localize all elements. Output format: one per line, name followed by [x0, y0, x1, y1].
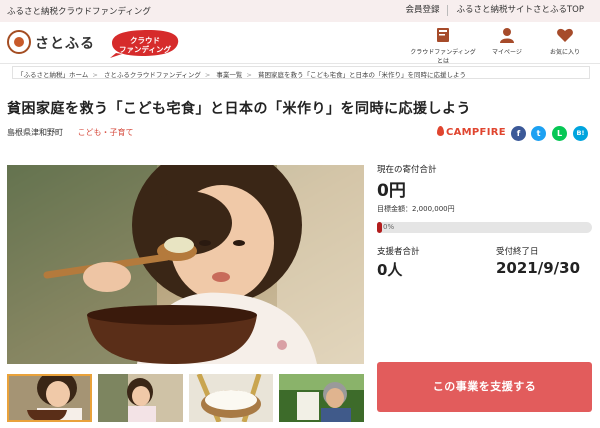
end-date-label: 受付終了日	[496, 247, 539, 257]
heart-icon	[557, 28, 573, 42]
line-share-icon[interactable]: L	[552, 126, 567, 141]
thumbnail-photo	[188, 374, 274, 422]
facebook-share-icon[interactable]: f	[511, 126, 526, 141]
hero-photo	[7, 165, 364, 364]
current-total-value: 0円	[377, 181, 406, 201]
crowdfunding-badge[interactable]: クラウド ファンディング	[108, 27, 182, 59]
thumbnail-2[interactable]	[97, 374, 183, 422]
thumbnail-photo	[279, 374, 364, 422]
satofull-top-link[interactable]: ふるさと納税サイトさとふるTOP	[447, 5, 592, 16]
book-icon	[437, 28, 449, 42]
support-project-button[interactable]: この事業を支援する	[377, 362, 592, 412]
hatena-bookmark-icon[interactable]: B!	[573, 126, 588, 141]
project-meta: 島根県津和野町 こども・子育て	[7, 127, 134, 138]
site-tagline: ふるさと納税クラウドファンディング	[7, 7, 151, 17]
logo-text[interactable]: さとふる	[35, 33, 95, 53]
progress-fill	[377, 222, 383, 233]
breadcrumb-current: 貧困家庭を救う「こども宅食」と日本の「米作り」を同時に応援しよう	[257, 71, 466, 79]
breadcrumb-separator: >	[92, 71, 98, 79]
thumbnail-1[interactable]	[7, 374, 92, 422]
twitter-share-icon[interactable]: t	[531, 126, 546, 141]
project-category[interactable]: こども・子育て	[78, 128, 134, 137]
nav-label: お気に入り	[549, 49, 580, 56]
breadcrumb-separator: >	[246, 71, 252, 79]
satofull-logo-icon[interactable]	[7, 30, 31, 54]
image-thumbnails	[7, 374, 364, 422]
end-date-value: 2021/9/30	[496, 259, 581, 277]
campfire-logo[interactable]: CAMPFIRE	[437, 126, 506, 138]
breadcrumb-crowdfunding[interactable]: さとふるクラウドファンディング	[104, 71, 201, 78]
goal-amount: 目標金額：2,000,000円	[377, 205, 455, 213]
thumbnail-3[interactable]	[188, 374, 274, 422]
page-title: 貧困家庭を救う「こども宅食」と日本の「米作り」を同時に応援しよう	[7, 101, 471, 117]
supporters-label: 支援者合計	[377, 247, 420, 257]
project-main-image	[7, 165, 364, 364]
top-links: 会員登録 ふるさと納税サイトさとふるTOP	[397, 5, 592, 16]
badge-line2: ファンディング	[119, 45, 171, 54]
person-icon	[500, 28, 514, 43]
site-header: さとふる クラウド ファンディング クラウドファンディングとは マイページ お気…	[0, 22, 600, 65]
current-total-label: 現在の寄付合計	[377, 165, 437, 175]
project-location[interactable]: 島根県津和野町	[7, 128, 63, 137]
breadcrumb-separator: >	[204, 71, 211, 79]
thumbnail-4[interactable]	[279, 374, 364, 422]
nav-about-crowdfunding[interactable]: クラウドファンディングとは	[408, 26, 478, 65]
breadcrumb: 「ふるさと納税」ホーム > さとふるクラウドファンディング > 事業一覧 > 貧困家庭…	[12, 66, 590, 79]
breadcrumb-projects[interactable]: 事業一覧	[216, 71, 242, 78]
nav-label: クラウドファンディングとは	[410, 49, 476, 65]
nav-mypage[interactable]: マイページ	[478, 26, 536, 65]
register-link[interactable]: 会員登録	[397, 5, 447, 16]
progress-bar: 0%	[377, 222, 592, 233]
flame-icon	[437, 126, 444, 136]
thumbnail-photo	[7, 374, 92, 422]
breadcrumb-home[interactable]: 「ふるさと納税」ホーム	[17, 71, 88, 78]
nav-favorites[interactable]: お気に入り	[536, 26, 594, 65]
top-bar: ふるさと納税クラウドファンディング 会員登録 ふるさと納税サイトさとふるTOP	[0, 0, 600, 22]
platform-name: CAMPFIRE	[446, 127, 506, 138]
thumbnail-photo	[97, 374, 183, 422]
header-nav: クラウドファンディングとは マイページ お気に入り	[408, 26, 594, 65]
supporters-value: 0人	[377, 261, 403, 279]
nav-label: マイページ	[492, 49, 522, 56]
progress-percent: 0%	[383, 223, 395, 231]
